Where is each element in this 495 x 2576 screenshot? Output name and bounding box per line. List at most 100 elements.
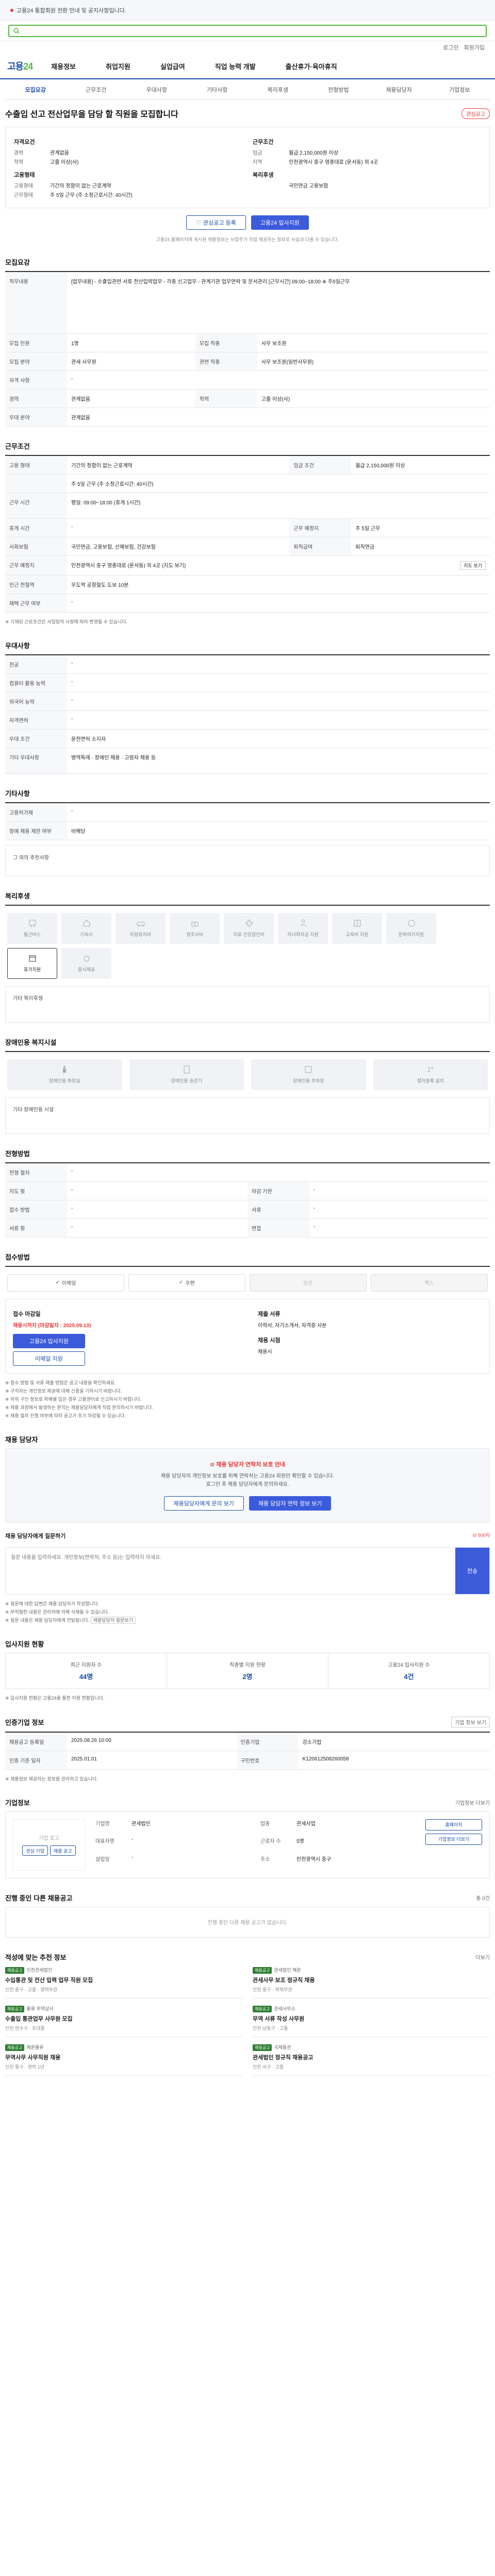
table-cell: 기간의 정함이 없는 근로계약 (67, 455, 290, 474)
gnb-item-jobs[interactable]: 채용정보 (51, 61, 76, 71)
homepage-button[interactable]: 홈페이지 (425, 1819, 482, 1831)
contact-info-button[interactable]: 채용 담당자 연락 정보 보기 (249, 1496, 332, 1511)
stats-section: 입사지원 현황 최근 지원자 수 44명 직종별 지원 현황 2명 고용24 입사지… (5, 1639, 490, 1702)
company-row: 기업명 관세법인 (95, 1819, 250, 1835)
question-input[interactable] (6, 1547, 455, 1594)
tab-recruit[interactable]: 모집요강 (5, 86, 66, 94)
kv-value: 인천광역시 중구 영종대로 (운서동) 외 4곳 (289, 160, 378, 165)
question-box: 전송 (5, 1547, 490, 1595)
facility-item: 장애인용 주차장 (251, 1059, 366, 1090)
recommend-card[interactable]: 채용공고 해운물류 무역사무 사무직원 채용 인천 중구 · 경력 1년 (5, 2043, 242, 2076)
method-notes: ※ 접수 방법 및 서류 제출 방법은 공고 내용을 확인하세요. ※ 구직자는… (5, 1379, 490, 1420)
table-cell: 강소기업 (298, 1732, 490, 1751)
table-key: 장애 채용 제한 여부 (5, 821, 67, 840)
search-input[interactable] (8, 24, 487, 37)
tab-screen[interactable]: 전형방법 (308, 86, 369, 94)
tab-work[interactable]: 근무조건 (66, 86, 127, 94)
table-row: 지도 횟 - 마감 기한 - (5, 1181, 490, 1200)
section-title-row: 기업정보 기업정보 더보기 (5, 1798, 490, 1807)
company-interest-button[interactable]: 관심 기업 (22, 1845, 48, 1856)
recommend-card[interactable]: 채용공고 관세법인 해운 관세사무 보조 정규직 채용 인천 중구 · 학력무관 (253, 1966, 490, 1998)
facility-label: 장애인용 화장실 (49, 1078, 80, 1083)
job-description: [업무내용] - 수출입관련 서류 전산입력업무 - 각종 신고업무 - 관계기… (67, 272, 490, 334)
section-tabs: 모집요강 근무조건 우대사항 기타사항 복리후생 전형방법 채용담당자 기업정보 (5, 79, 490, 100)
kv-value: 관계없음 (50, 150, 69, 156)
gift-icon (191, 922, 198, 927)
job-summary: 자격요건 경력 관계없음 학력 고졸 이상(사) 고용형태 고용형태 기간의 정함이 … (5, 127, 490, 208)
table-key: 인근 전철역 (5, 575, 67, 594)
recommend-card[interactable]: 채용공고 관세사무소 무역 서류 작성 사무원 인천 남동구 · 고졸 (253, 2005, 490, 2037)
welfare-label: 자녀학자금 지원 (287, 932, 319, 937)
info-link[interactable]: 기업 정보 보기 (451, 1716, 490, 1727)
table-key: 퇴직급여 (289, 537, 352, 556)
deadline-heading: 접수 마감일 (13, 1311, 41, 1317)
gnb-item-leave[interactable]: 출산휴가·육아휴직 (286, 61, 337, 71)
note-line: ※ 질문 내용은 채용 담당자에게 전달됩니다. 채용담당자 질문보기 (5, 1616, 490, 1624)
logo[interactable]: 고용24 (7, 59, 33, 73)
table-row: 장애 채용 제한 여부 비해당 (5, 821, 490, 840)
question-list-link[interactable]: 채용담당자 질문보기 (90, 1616, 136, 1624)
company-more-link[interactable]: 기업정보 더보기 (455, 1799, 490, 1806)
recommend-card[interactable]: 채용공고 국제통관 관세법인 정규직 채용공고 인천 서구 · 고졸 (253, 2043, 490, 2076)
login-link[interactable]: 로그인 (443, 43, 458, 52)
restroom-icon (63, 1066, 67, 1073)
email-apply-button[interactable]: 이메일 지원 (13, 1351, 85, 1366)
welfare-extra: 기타 복리후생 (5, 986, 490, 1023)
map-button[interactable]: 지도 보기 (460, 561, 486, 570)
section-title: 전형방법 (5, 1149, 30, 1158)
pref-table: 전공 - 컴퓨터 활용 능력 - 외국어 능력 - 자격면허 - 우대 조건 운전면허 소… (5, 654, 490, 774)
join-link[interactable]: 회원가입 (464, 43, 485, 52)
tab-welfare[interactable]: 복리후생 (248, 86, 308, 94)
rec-meta: 인천 연수구 · 초대졸 (5, 2025, 45, 2031)
table-key: 인증 기준 일자 (5, 1751, 67, 1770)
recruit-table: 직무내용 [업무내용] - 수출입관련 서류 전산입력업무 - 각종 신고업무 -… (5, 271, 490, 427)
apply-button[interactable]: 고용24 입사지원 (251, 215, 309, 230)
kv-key: 경력 (14, 150, 24, 156)
contact-section: 채용 담당자 ⊘ 채용 담당자 연락처 보호 안내 채용 담당자의 개인정보 보… (5, 1434, 490, 1624)
summary-heading: 고용형태 (14, 172, 35, 178)
docs-heading: 제출 서류 (258, 1311, 280, 1317)
welfare-label: 문화여가지원 (398, 932, 424, 937)
facility-item: 장애인용 승강기 (129, 1059, 244, 1090)
tab-company[interactable]: 기업정보 (430, 86, 490, 94)
rec-title: 관세법인 정규직 채용공고 (253, 2054, 314, 2061)
rec-company: 물류 무역상사 (26, 2006, 54, 2011)
kv-key: 고용형태 (14, 183, 33, 189)
table-cell: 운전면허 소지자 (67, 729, 490, 748)
recommend-card[interactable]: 채용공고 물류 무역상사 수출입 통관업무 사무원 모집 인천 연수구 · 초대졸 (5, 2005, 242, 2037)
table-cell: - (67, 518, 290, 537)
interest-badge[interactable]: 관심공고 (461, 108, 490, 119)
info-table: 채용공고 등록일 2025.08.26 10:00 인증기업 강소기업 인증 기준 일… (5, 1731, 490, 1770)
recommend-card[interactable]: 채용공고 인천관세법인 수입통관 및 전산 입력 업무 직원 모집 인천 중구 · 고… (5, 1966, 242, 1998)
rec-company: 관세사무소 (274, 2006, 295, 2011)
section-title: 기타사항 (5, 789, 30, 798)
welfare-item: 자녀학자금 지원 (278, 912, 328, 944)
contact-question-button[interactable]: 채용담당자에게 문의 보기 (163, 1496, 244, 1511)
note-line: ※ 질문에 대한 답변은 채용 담당자가 작성합니다. (5, 1601, 100, 1606)
tab-pref[interactable]: 우대사항 (126, 86, 187, 94)
section-title: 진행 중인 다른 채용공고 (5, 1894, 73, 1902)
company-value: 관세법인 (131, 1821, 151, 1827)
table-cell: 퇴직연금 (351, 537, 490, 556)
company-jobs-button[interactable]: 채용 공고 (50, 1845, 76, 1856)
tab-contact[interactable]: 채용담당자 (369, 86, 430, 94)
gnb-item-training[interactable]: 직업 능력 개발 (215, 61, 256, 71)
company-detail-button[interactable]: 기업정보 더보기 (425, 1833, 482, 1845)
company-value: 인천광역시 중구 (296, 1856, 332, 1862)
table-key: 자격면허 (5, 710, 67, 730)
tab-etc[interactable]: 기타사항 (187, 86, 248, 94)
method-label: 팩스 (424, 1281, 434, 1286)
section-title: 모집요강 (5, 259, 30, 266)
apply-button-2[interactable]: 고용24 입사지원 (13, 1333, 85, 1348)
gnb-item-benefit[interactable]: 실업급여 (160, 61, 185, 71)
table-cell: 관세 사무원 (67, 352, 195, 371)
stats-box: 최근 지원자 수 44명 직종별 지원 현황 2명 고용24 입사지원 수 4건 (5, 1652, 490, 1689)
gnb-item-support[interactable]: 취업지원 (106, 61, 130, 71)
summary-heading: 자격요건 (14, 139, 35, 145)
question-send-button[interactable]: 전송 (455, 1547, 489, 1594)
welfare-label: 차량유지비 (129, 932, 152, 937)
interest-button[interactable]: ♡ 관심공고 등록 (186, 215, 246, 230)
deadline-value: 채용시까지 (마감일자 : 2025.09.13) (13, 1323, 91, 1329)
recommend-more-link[interactable]: 더보기 (475, 1953, 490, 1961)
content: 모집요강 근무조건 우대사항 기타사항 복리후생 전형방법 채용담당자 기업정보… (5, 79, 490, 2096)
